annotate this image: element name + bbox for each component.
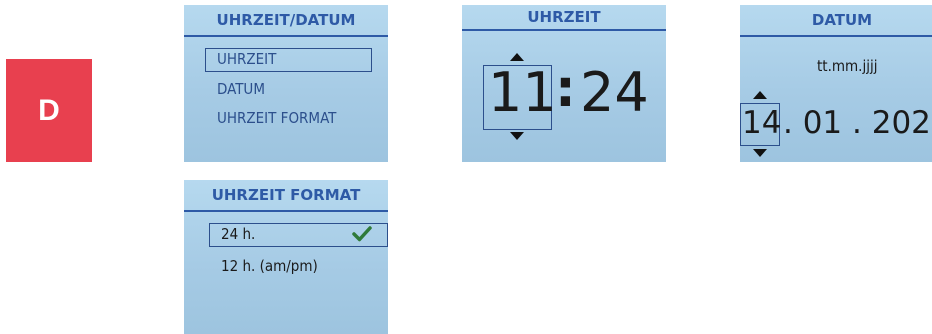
screen-title: UHRZEIT/DATUM bbox=[216, 11, 356, 29]
section-badge: D bbox=[6, 59, 92, 162]
screen-uhrzeit-datum: UHRZEIT/DATUM UHRZEIT DATUM UHRZEIT FORM… bbox=[184, 5, 388, 162]
increment-arrow-icon[interactable] bbox=[510, 53, 524, 61]
screen-title: UHRZEIT bbox=[527, 8, 601, 26]
title-divider bbox=[740, 35, 932, 37]
decrement-arrow-icon[interactable] bbox=[510, 132, 524, 140]
title-divider bbox=[184, 210, 388, 212]
screen-uhrzeit-format: UHRZEIT FORMAT 24 h. 12 h. (am/pm) bbox=[184, 180, 388, 334]
time-separator: : bbox=[555, 59, 576, 119]
screen-uhrzeit: UHRZEIT 11 : 24 bbox=[462, 5, 666, 162]
screen-title: UHRZEIT FORMAT bbox=[211, 186, 361, 204]
minutes-value: 24 bbox=[580, 61, 649, 124]
decrement-arrow-icon[interactable] bbox=[753, 149, 767, 157]
section-badge-label: D bbox=[38, 93, 60, 127]
hours-value: 11 bbox=[488, 61, 557, 124]
screen-datum: DATUM tt.mm.jjjj 14 . 01 . 2020 bbox=[740, 5, 932, 162]
increment-arrow-icon[interactable] bbox=[753, 91, 767, 99]
month-year-value: . 01 . 2020 bbox=[783, 105, 932, 141]
option-24h[interactable]: 24 h. bbox=[221, 225, 255, 243]
screen-title: DATUM bbox=[811, 11, 873, 29]
option-12h[interactable]: 12 h. (am/pm) bbox=[221, 257, 318, 275]
menu-item-uhrzeit-format[interactable]: UHRZEIT FORMAT bbox=[217, 109, 336, 127]
title-divider bbox=[184, 35, 388, 37]
menu-item-uhrzeit[interactable]: UHRZEIT bbox=[217, 50, 276, 68]
day-value: 14 bbox=[742, 105, 782, 141]
date-format-hint: tt.mm.jjjj bbox=[817, 57, 878, 75]
checkmark-icon bbox=[352, 225, 372, 243]
title-divider bbox=[462, 29, 666, 31]
menu-item-datum[interactable]: DATUM bbox=[217, 80, 265, 98]
